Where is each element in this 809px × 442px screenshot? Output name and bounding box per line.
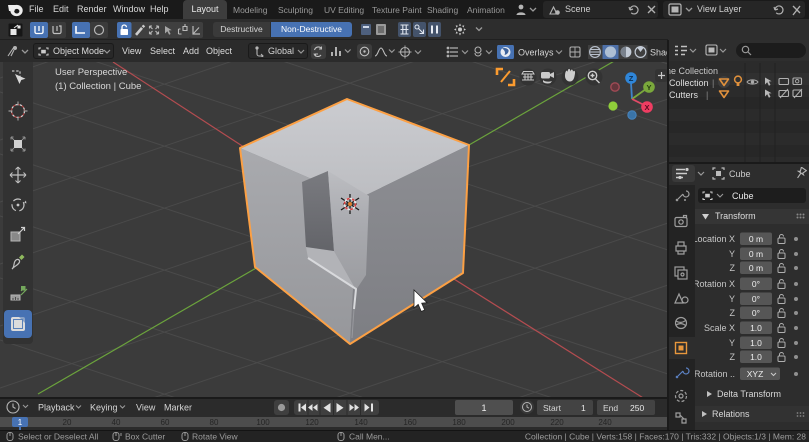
svg-text:Collection: Collection [669, 78, 709, 88]
svg-text:140: 140 [354, 418, 368, 427]
svg-text:|: | [706, 90, 708, 100]
svg-text:Box Cutter: Box Cutter [125, 432, 165, 442]
svg-text:XYZ: XYZ [747, 369, 764, 379]
svg-text:1: 1 [581, 403, 586, 413]
svg-text:0°: 0° [752, 294, 760, 304]
svg-text:Z: Z [730, 308, 736, 318]
svg-text:1: 1 [481, 403, 486, 413]
svg-text:160: 160 [403, 418, 417, 427]
svg-text:Y: Y [646, 83, 651, 92]
svg-text:Rotation X: Rotation X [695, 279, 735, 289]
svg-text:Playback: Playback [38, 403, 75, 413]
svg-text:200: 200 [501, 418, 515, 427]
svg-text:0 m: 0 m [749, 249, 763, 259]
svg-text:80: 80 [210, 418, 219, 427]
svg-text:220: 220 [550, 418, 564, 427]
svg-text:1.0: 1.0 [750, 323, 762, 333]
svg-text:1.0: 1.0 [750, 352, 762, 362]
svg-text:180: 180 [452, 418, 466, 427]
svg-text:Y: Y [729, 338, 735, 348]
svg-text:Z: Z [629, 74, 634, 83]
svg-text:Start: Start [543, 403, 562, 413]
svg-text:0°: 0° [752, 279, 760, 289]
svg-text:Z: Z [730, 352, 736, 362]
svg-text:240: 240 [598, 418, 612, 427]
svg-text:(1) Collection | Cube: (1) Collection | Cube [55, 81, 141, 92]
svg-text:Call Men...: Call Men... [349, 432, 390, 442]
svg-text:View: View [136, 403, 156, 413]
svg-text:Rotate View: Rotate View [192, 432, 239, 442]
svg-text:1: 1 [18, 418, 23, 427]
svg-text:Z: Z [730, 263, 736, 273]
svg-text:X: X [644, 103, 649, 112]
svg-text:Relations: Relations [712, 409, 750, 419]
svg-text:100: 100 [256, 418, 270, 427]
svg-text:Marker: Marker [164, 403, 192, 413]
svg-text:|: | [712, 78, 714, 88]
svg-text:60: 60 [161, 418, 170, 427]
svg-text:User Perspective: User Perspective [55, 67, 127, 78]
svg-text:Delta Transform: Delta Transform [717, 389, 781, 399]
svg-text:ne Collection: ne Collection [668, 66, 718, 76]
svg-text:20: 20 [63, 418, 72, 427]
svg-text:120: 120 [305, 418, 319, 427]
svg-text:Location X: Location X [695, 234, 735, 244]
svg-text:End: End [603, 403, 618, 413]
svg-text:Cutters: Cutters [669, 90, 699, 100]
svg-text:Y: Y [729, 249, 735, 259]
svg-text:Collection | Cube | Verts:158: Collection | Cube | Verts:158 | Faces:17… [525, 432, 806, 442]
svg-text:Scale X: Scale X [704, 323, 735, 333]
svg-text:Y: Y [729, 294, 735, 304]
svg-text:Cube: Cube [729, 169, 751, 179]
svg-text:Rotation ..: Rotation .. [695, 369, 735, 379]
svg-text:0°: 0° [752, 308, 760, 318]
svg-text:Overlays: Overlays [518, 48, 554, 58]
svg-text:0 m: 0 m [749, 234, 763, 244]
svg-text:Keying: Keying [90, 403, 118, 413]
svg-text:Select or Deselect All: Select or Deselect All [18, 432, 98, 442]
svg-text:250: 250 [630, 403, 644, 413]
svg-text:0 m: 0 m [749, 263, 763, 273]
svg-text:1.0: 1.0 [750, 338, 762, 348]
svg-text:40: 40 [112, 418, 121, 427]
